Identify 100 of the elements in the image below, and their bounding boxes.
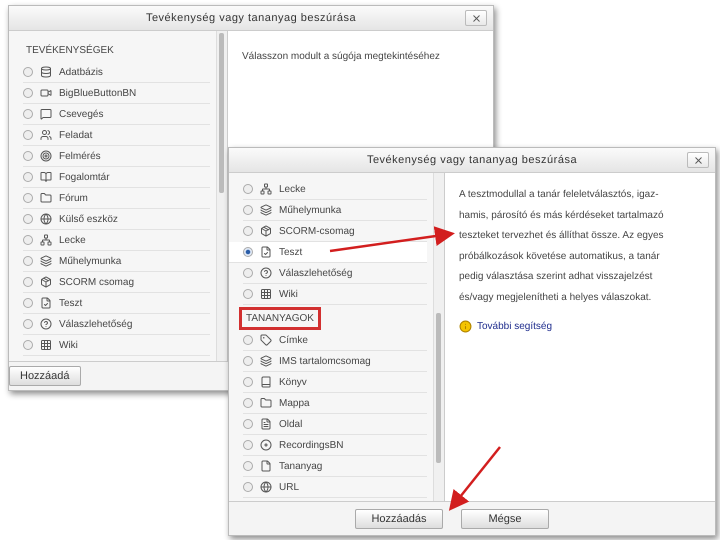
module-icon [40, 276, 52, 288]
module-icon [40, 339, 52, 351]
module-icon [260, 481, 272, 493]
radio-button[interactable] [243, 356, 253, 366]
radio-button[interactable] [23, 298, 33, 308]
radio-button[interactable] [243, 419, 253, 429]
radio-button[interactable] [23, 235, 33, 245]
module-option[interactable]: Fórum [23, 188, 210, 209]
pointer-arrow [448, 446, 501, 511]
radio-button[interactable] [243, 398, 253, 408]
module-option[interactable]: Teszt [23, 293, 210, 314]
module-option[interactable]: Wiki [243, 284, 427, 305]
module-icon [40, 129, 52, 141]
radio-button[interactable] [243, 440, 253, 450]
radio-button[interactable] [23, 67, 33, 77]
radio-button[interactable] [243, 335, 253, 345]
radio-button[interactable] [23, 277, 33, 287]
dialog-title: Tevékenység vagy tananyag beszúrása [366, 154, 578, 166]
dialog-button[interactable]: Hozzáadá [9, 366, 81, 386]
dialog-title: Tevékenység vagy tananyag beszúrása [146, 12, 356, 24]
module-option[interactable]: IMS tartalomcsomag [243, 351, 427, 372]
radio-button[interactable] [23, 172, 33, 182]
radio-button[interactable] [243, 268, 253, 278]
section-heading: TANANYAGOK [239, 307, 321, 330]
radio-button[interactable] [23, 214, 33, 224]
module-icon [260, 183, 272, 195]
module-icon [260, 225, 272, 237]
radio-button[interactable] [23, 340, 33, 350]
module-icon [260, 334, 272, 346]
module-option[interactable]: BigBlueButtonBN [23, 83, 210, 104]
module-option[interactable]: Wiki [23, 335, 210, 356]
section-heading: TEVÉKENYSÉGEK [25, 43, 115, 58]
module-icon [40, 213, 52, 225]
module-icon [260, 439, 272, 451]
module-option[interactable]: Lecke [243, 179, 427, 200]
module-option[interactable]: SCORM csomag [23, 272, 210, 293]
radio-button[interactable] [23, 88, 33, 98]
radio-button[interactable] [23, 130, 33, 140]
module-icon [260, 246, 272, 258]
close-icon [692, 154, 704, 166]
radio-button[interactable] [23, 193, 33, 203]
radio-button[interactable] [243, 226, 253, 236]
info-icon [459, 320, 472, 333]
module-icon [40, 318, 52, 330]
module-option[interactable]: Mappa [243, 393, 427, 414]
module-icon [260, 397, 272, 409]
module-icon [40, 171, 52, 183]
close-button[interactable] [465, 10, 487, 26]
module-option[interactable]: Külső eszköz [23, 209, 210, 230]
module-icon [260, 460, 272, 472]
radio-button[interactable] [23, 256, 33, 266]
module-option[interactable]: Teszt [229, 242, 427, 263]
module-icon [40, 255, 52, 267]
module-icon [260, 204, 272, 216]
radio-button[interactable] [243, 205, 253, 215]
radio-button[interactable] [243, 377, 253, 387]
module-option[interactable]: Válaszlehetőség [23, 314, 210, 335]
scrollbar[interactable] [216, 31, 228, 361]
radio-button[interactable] [243, 482, 253, 492]
module-option[interactable]: Műhelymunka [243, 200, 427, 221]
module-icon [260, 376, 272, 388]
module-option[interactable]: Csevegés [23, 104, 210, 125]
radio-button[interactable] [23, 151, 33, 161]
radio-button[interactable] [23, 319, 33, 329]
module-option[interactable]: Fogalomtár [23, 167, 210, 188]
module-option[interactable]: Könyv [243, 372, 427, 393]
module-icon [260, 355, 272, 367]
module-icon [40, 108, 52, 120]
help-text: Válasszon modult a súgója megtekintéséhez [242, 50, 441, 64]
module-option[interactable]: RecordingsBN [243, 435, 427, 456]
radio-button[interactable] [243, 289, 253, 299]
module-icon [260, 418, 272, 430]
help-link[interactable]: További segítség [459, 320, 552, 333]
close-button[interactable] [687, 152, 709, 168]
module-option[interactable]: Címke [243, 330, 427, 351]
radio-button[interactable] [243, 247, 253, 257]
module-option[interactable]: Lecke [23, 230, 210, 251]
scrollbar[interactable] [433, 173, 445, 501]
dialog-button[interactable]: Hozzáadás [355, 508, 443, 528]
module-icon [40, 234, 52, 246]
module-option[interactable]: Adatbázis [23, 62, 210, 83]
close-icon [470, 12, 482, 24]
radio-button[interactable] [243, 461, 253, 471]
module-icon [40, 192, 52, 204]
module-option[interactable]: Válaszlehetőség [243, 263, 427, 284]
help-text: A tesztmodullal a tanár feleletválasztós, igaz-hamis, párosító és más kérdéseket tartalmazó teszteket tervezhet és állíthat össze. Az egyes próbálkozások követése automatikus, a tanár pedig választása szerint adhat visszajelzést és/vagy megjelenítheti a helyes válaszokat. [459, 188, 665, 304]
module-option[interactable]: Tananyag [243, 456, 427, 477]
module-icon [260, 288, 272, 300]
module-option[interactable]: Oldal [243, 414, 427, 435]
module-option[interactable]: Feladat [23, 125, 210, 146]
module-icon [40, 150, 52, 162]
module-icon [40, 66, 52, 78]
radio-button[interactable] [243, 184, 253, 194]
dialog-button[interactable]: Mégse [461, 508, 549, 528]
module-icon [40, 297, 52, 309]
module-option[interactable]: Műhelymunka [23, 251, 210, 272]
module-option[interactable]: URL [243, 477, 427, 498]
module-option[interactable]: Felmérés [23, 146, 210, 167]
radio-button[interactable] [23, 109, 33, 119]
module-icon [260, 267, 272, 279]
